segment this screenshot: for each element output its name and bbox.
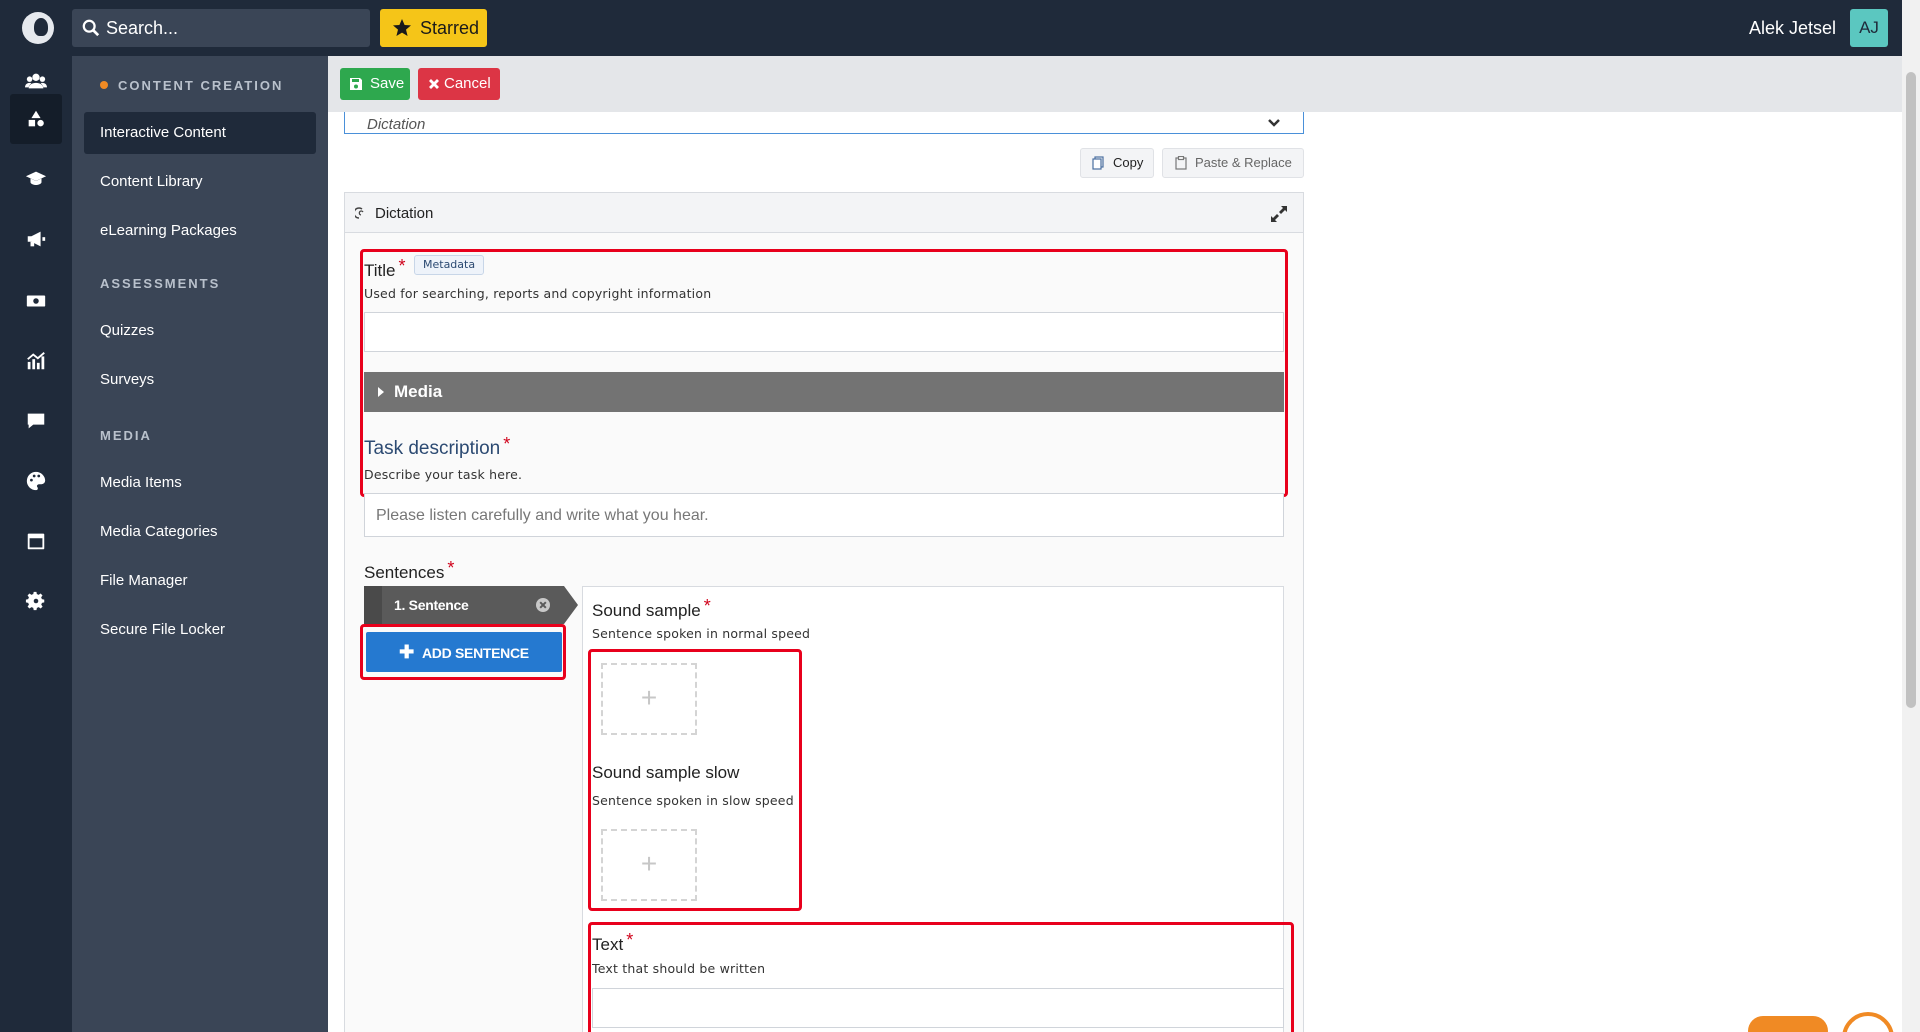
rail-payments[interactable] bbox=[10, 276, 62, 326]
starred-button[interactable]: Starred bbox=[380, 9, 487, 47]
rail-content[interactable] bbox=[10, 94, 62, 144]
avatar[interactable]: AJ bbox=[1850, 9, 1888, 47]
task-description-help: Describe your task here. bbox=[364, 467, 523, 482]
close-icon bbox=[429, 79, 439, 89]
star-icon bbox=[393, 19, 411, 36]
rail-calendar[interactable] bbox=[10, 516, 62, 566]
sidebar-item-surveys[interactable]: Surveys bbox=[84, 359, 316, 401]
save-button[interactable]: Save bbox=[340, 68, 410, 100]
graduation-cap-icon bbox=[25, 171, 47, 185]
search-placeholder: Search... bbox=[106, 18, 179, 38]
title-label: Title * bbox=[364, 256, 406, 280]
main-content: Save Cancel Dictation Copy Paste & Repla… bbox=[328, 56, 1902, 1032]
starred-label: Starred bbox=[420, 18, 480, 38]
sidebar-item-quizzes[interactable]: Quizzes bbox=[84, 310, 316, 352]
task-description-input[interactable]: Please listen carefully and write what y… bbox=[364, 493, 1284, 537]
gear-icon bbox=[25, 591, 45, 611]
sound-sample-slow-label: Sound sample slow bbox=[592, 763, 740, 782]
plus-icon: ✚ bbox=[399, 642, 414, 662]
sidebar-item-file-manager[interactable]: File Manager bbox=[84, 560, 316, 602]
rail-reports[interactable] bbox=[10, 336, 62, 386]
text-description: Text that should be written bbox=[592, 961, 766, 976]
media-section-toggle[interactable]: Media bbox=[364, 372, 1284, 412]
sidebar-item-elearning-packages[interactable]: eLearning Packages bbox=[84, 210, 316, 252]
copy-icon bbox=[1092, 156, 1104, 170]
action-bar: Save Cancel bbox=[328, 56, 1902, 112]
add-sentence-button[interactable]: ✚ ADD SENTENCE bbox=[366, 632, 562, 672]
money-icon bbox=[26, 295, 46, 307]
sidebar-item-secure-file-locker[interactable]: Secure File Locker bbox=[84, 609, 316, 651]
nav-heading-assessments: ASSESSMENTS bbox=[100, 276, 221, 291]
rail-messages[interactable] bbox=[10, 396, 62, 446]
cancel-button[interactable]: Cancel bbox=[418, 68, 500, 100]
rail-announcements[interactable] bbox=[10, 214, 62, 264]
app-logo[interactable] bbox=[22, 12, 54, 44]
side-nav: CONTENT CREATION Interactive Content Con… bbox=[72, 56, 328, 1032]
sound-sample-slow-upload[interactable]: + bbox=[601, 829, 697, 901]
dictation-icon bbox=[355, 207, 364, 219]
calendar-icon bbox=[27, 533, 45, 550]
megaphone-icon bbox=[27, 231, 46, 247]
user-name[interactable]: Alek Jetsel bbox=[1749, 0, 1836, 56]
title-description: Used for searching, reports and copyrigh… bbox=[364, 286, 712, 301]
copy-button[interactable]: Copy bbox=[1080, 148, 1154, 178]
palette-icon bbox=[26, 471, 46, 491]
scrollbar-thumb[interactable] bbox=[1906, 72, 1916, 708]
chat-icon bbox=[27, 413, 45, 429]
users-icon bbox=[25, 73, 47, 89]
text-label: Text * bbox=[592, 930, 634, 954]
chevron-down-icon bbox=[1268, 119, 1280, 127]
sound-sample-label: Sound sample * bbox=[592, 596, 711, 620]
clipboard-icon bbox=[1175, 156, 1187, 170]
page-scrollbar[interactable] bbox=[1902, 0, 1920, 1032]
chart-icon bbox=[27, 352, 45, 370]
rail-courses[interactable] bbox=[10, 154, 62, 204]
drag-handle[interactable] bbox=[364, 586, 382, 624]
sentences-label: Sentences * bbox=[364, 558, 455, 582]
rail-settings[interactable] bbox=[10, 576, 62, 626]
sidebar-item-media-items[interactable]: Media Items bbox=[84, 462, 316, 504]
sidebar-item-interactive-content[interactable]: Interactive Content bbox=[84, 112, 316, 154]
task-description-label: Task description * bbox=[364, 434, 511, 459]
sound-sample-upload[interactable]: + bbox=[601, 663, 697, 735]
help-widget-button[interactable] bbox=[1748, 1016, 1828, 1032]
search-input[interactable]: Search... bbox=[72, 9, 370, 47]
metadata-tag[interactable]: Metadata bbox=[414, 255, 485, 275]
icon-rail bbox=[0, 56, 72, 1032]
sentence-tab[interactable]: 1. Sentence bbox=[364, 586, 578, 624]
text-input[interactable] bbox=[592, 988, 1284, 1028]
sound-sample-slow-description: Sentence spoken in slow speed bbox=[592, 793, 794, 808]
paste-replace-button[interactable]: Paste & Replace bbox=[1162, 148, 1304, 178]
panel-header: Dictation bbox=[345, 193, 1303, 233]
nav-heading-content-creation: CONTENT CREATION bbox=[100, 78, 283, 93]
panel-title: Dictation bbox=[375, 205, 434, 222]
content-type-value: Dictation bbox=[367, 116, 426, 133]
sidebar-item-content-library[interactable]: Content Library bbox=[84, 161, 316, 203]
active-section-dot bbox=[100, 81, 108, 89]
remove-sentence-icon[interactable] bbox=[536, 598, 550, 612]
shapes-icon bbox=[28, 110, 44, 127]
sidebar-item-media-categories[interactable]: Media Categories bbox=[84, 511, 316, 553]
top-bar: Search... Starred Alek Jetsel AJ bbox=[0, 0, 1902, 56]
rail-themes[interactable] bbox=[10, 456, 62, 506]
expand-icon[interactable] bbox=[1269, 204, 1289, 224]
search-icon bbox=[82, 19, 100, 37]
caret-right-icon bbox=[378, 387, 384, 397]
sound-sample-description: Sentence spoken in normal speed bbox=[592, 626, 811, 641]
floppy-disk-icon bbox=[350, 78, 362, 90]
title-input[interactable] bbox=[364, 312, 1284, 352]
nav-heading-media: MEDIA bbox=[100, 428, 152, 443]
